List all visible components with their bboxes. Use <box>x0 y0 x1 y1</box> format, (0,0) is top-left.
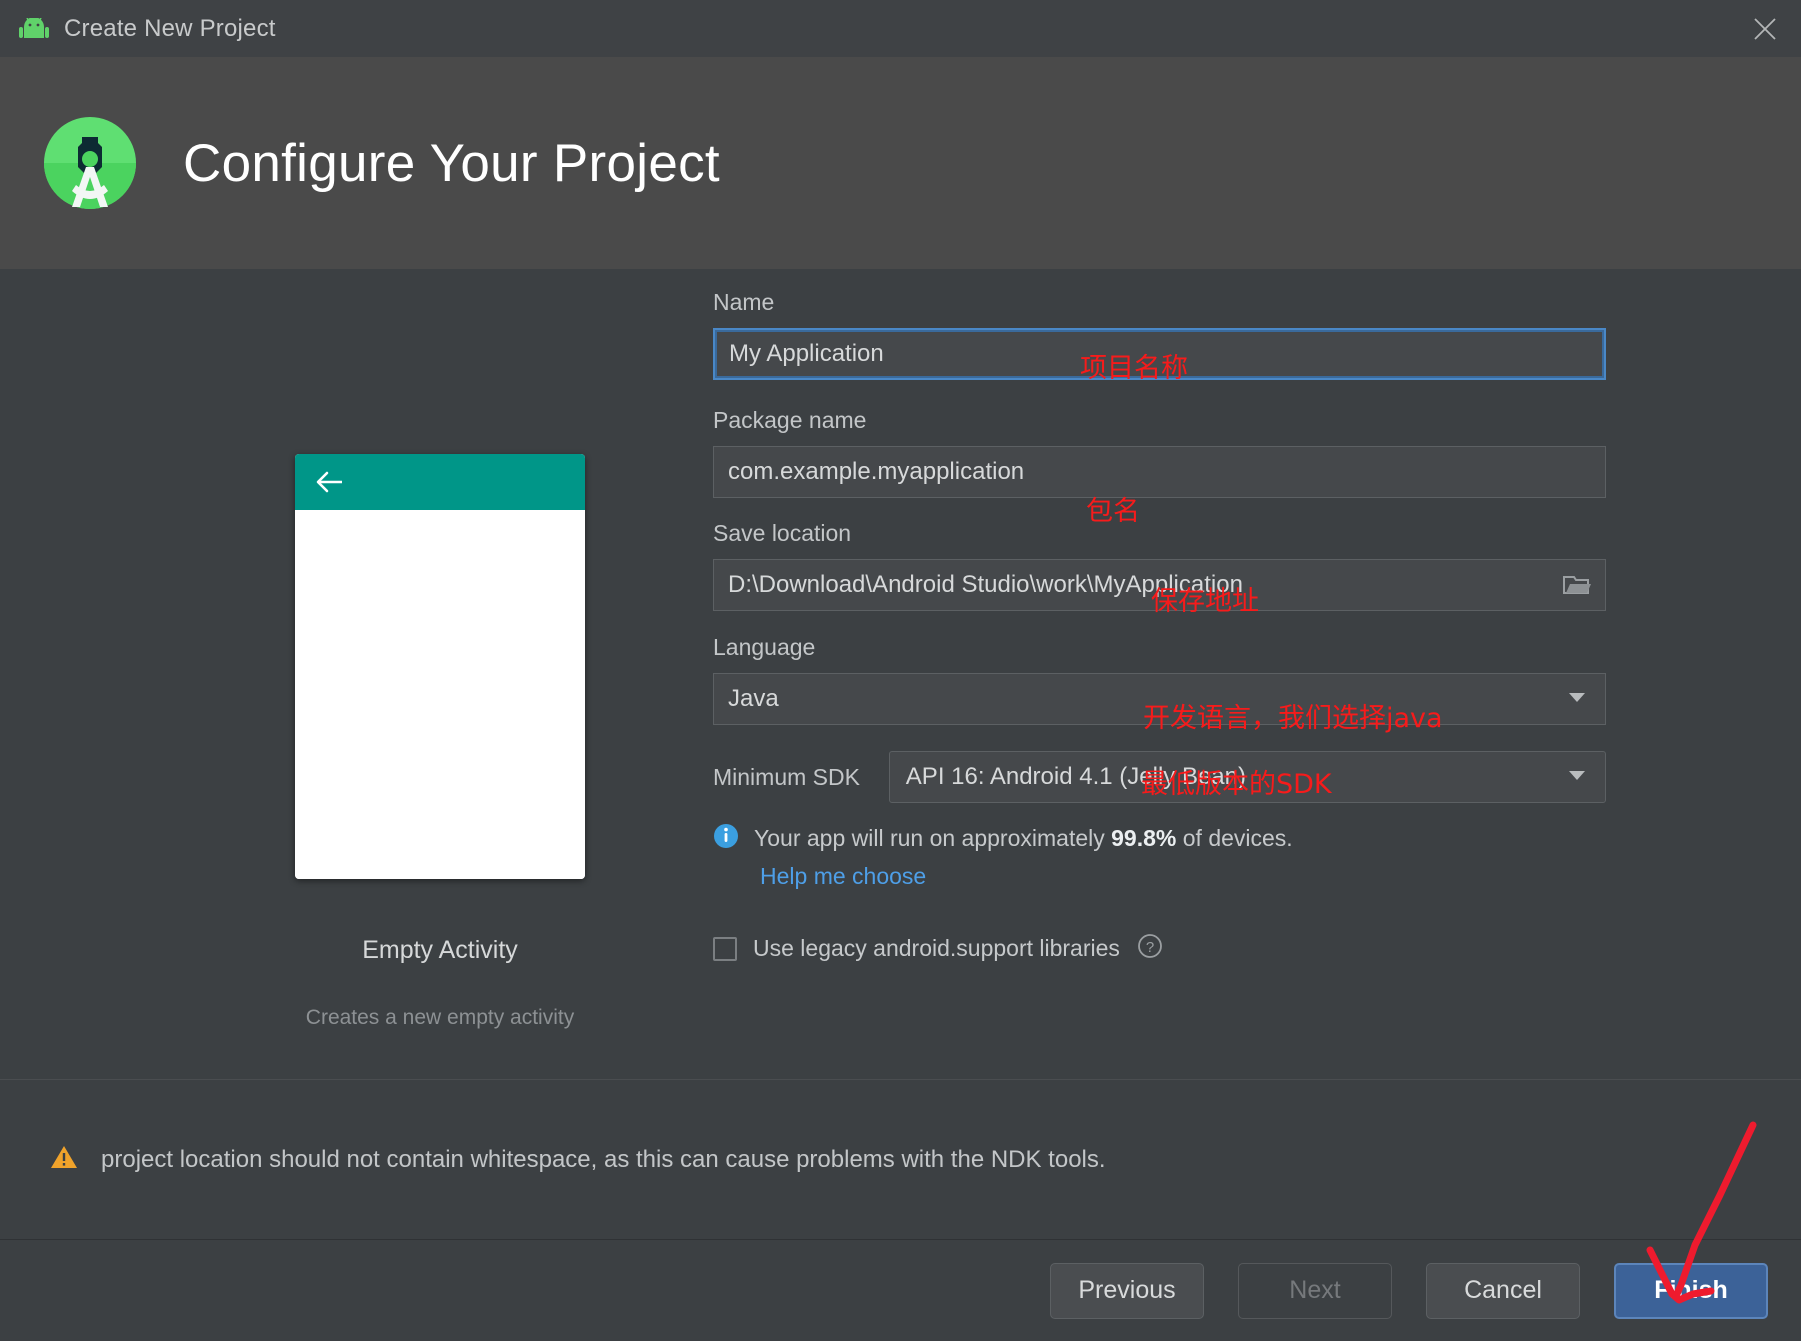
preview-app-bar <box>295 454 585 510</box>
device-coverage-info: Your app will run on approximately 99.8%… <box>713 823 1606 854</box>
save-location-label: Save location <box>713 520 852 546</box>
android-studio-logo <box>42 115 138 211</box>
template-name: Empty Activity <box>362 936 518 964</box>
save-location-input[interactable]: D:\Download\Android Studio\work\MyApplic… <box>713 559 1606 611</box>
coverage-percent: 99.8% <box>1111 825 1177 851</box>
arrow-back-icon <box>316 471 342 493</box>
preview-content-area <box>295 510 585 879</box>
save-location-value: D:\Download\Android Studio\work\MyApplic… <box>728 571 1243 598</box>
minimum-sdk-label: Minimum SDK <box>713 763 860 790</box>
legacy-libraries-checkbox[interactable] <box>713 936 737 961</box>
android-robot-icon <box>18 13 50 45</box>
name-label: Name <box>713 289 775 315</box>
minimum-sdk-value: API 16: Android 4.1 (Jelly Bean) <box>905 763 1246 790</box>
package-name-value: com.example.myapplication <box>728 458 1025 485</box>
coverage-text-after: of devices. <box>1182 825 1293 851</box>
language-label: Language <box>713 634 816 660</box>
dialog-body: Empty Activity Creates a new empty activ… <box>0 269 1801 1079</box>
language-select[interactable]: Java <box>713 673 1606 725</box>
device-coverage-text: Your app will run on approximately 99.8%… <box>754 825 1293 852</box>
package-name-input[interactable]: com.example.myapplication <box>713 446 1606 498</box>
chevron-down-icon <box>1567 690 1587 708</box>
cancel-button[interactable]: Cancel <box>1426 1262 1580 1319</box>
warning-triangle-icon <box>50 1144 78 1175</box>
folder-open-icon[interactable] <box>1550 561 1604 609</box>
package-name-field-group: Package name com.example.myapplication 包… <box>713 407 1606 527</box>
minimum-sdk-row: Minimum SDK API 16: Android 4.1 (Jelly B… <box>713 751 1606 803</box>
legacy-libraries-label: Use legacy android.support libraries <box>753 935 1120 961</box>
previous-button[interactable]: Previous <box>1050 1262 1204 1319</box>
window-title: Create New Project <box>64 14 276 42</box>
next-button: Next <box>1238 1262 1392 1319</box>
dialog-header: Configure Your Project <box>0 57 1801 269</box>
page-title: Configure Your Project <box>183 133 720 193</box>
chevron-down-icon <box>1567 768 1587 786</box>
minimum-sdk-select[interactable]: API 16: Android 4.1 (Jelly Bean) <box>888 751 1606 803</box>
package-name-label: Package name <box>713 407 867 433</box>
svg-text:?: ? <box>1146 939 1154 956</box>
activity-preview-card <box>295 454 585 879</box>
title-bar: Create New Project <box>0 0 1801 57</box>
close-icon[interactable] <box>1729 0 1801 57</box>
save-location-field-group: Save location D:\Download\Android Studio… <box>713 520 1606 617</box>
name-input[interactable]: My Application <box>713 328 1606 380</box>
language-value: Java <box>728 685 779 712</box>
info-icon <box>713 823 739 854</box>
finish-button[interactable]: Finish <box>1614 1262 1768 1319</box>
legacy-libraries-row: Use legacy android.support libraries ? <box>713 932 1606 965</box>
question-mark-icon[interactable]: ? <box>1136 932 1164 965</box>
coverage-text-before: Your app will run on approximately <box>754 825 1105 851</box>
name-field-group: Name My Application 项目名称 <box>713 289 1606 384</box>
warning-message: project location should not contain whit… <box>101 1145 1106 1173</box>
template-description: Creates a new empty activity <box>305 1006 575 1029</box>
language-field-group: Language Java 开发语言，我们选择java <box>713 634 1606 734</box>
name-value: My Application <box>729 340 884 367</box>
create-new-project-dialog: Create New Project Configure Your Projec… <box>0 0 1801 1341</box>
warning-strip: project location should not contain whit… <box>0 1079 1801 1239</box>
minimum-sdk-field-group: Minimum SDK API 16: Android 4.1 (Jelly B… <box>713 751 1606 965</box>
dialog-button-bar: Previous Next Cancel Finish <box>0 1239 1801 1341</box>
help-me-choose-link[interactable]: Help me choose <box>760 863 1606 890</box>
template-preview: Empty Activity Creates a new empty activ… <box>295 454 585 1030</box>
